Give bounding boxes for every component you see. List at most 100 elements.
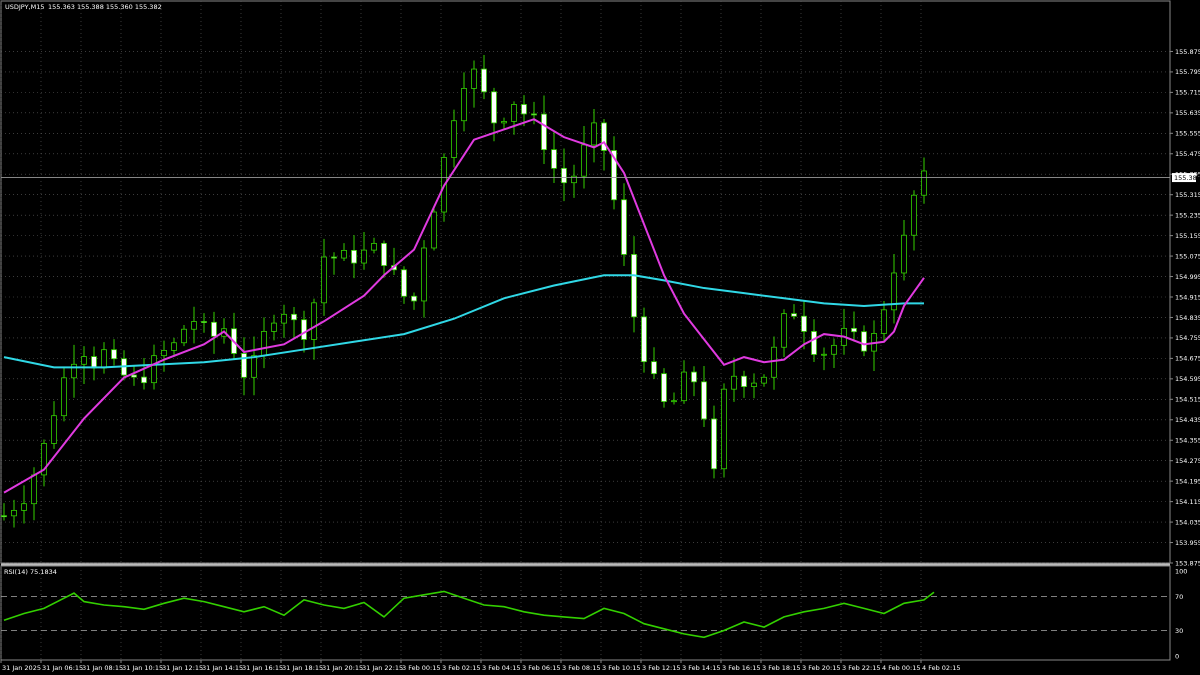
candle-body bbox=[91, 356, 97, 369]
candle-body bbox=[351, 249, 357, 264]
candle-body bbox=[341, 249, 347, 259]
candle-body bbox=[451, 120, 457, 158]
candle-body bbox=[851, 327, 857, 333]
candle-body bbox=[151, 355, 157, 384]
candle-body bbox=[321, 256, 327, 304]
candle-body bbox=[511, 104, 517, 122]
candle-body bbox=[561, 167, 567, 184]
price-tick-label: 154.355 bbox=[1175, 437, 1200, 445]
candle-body bbox=[651, 361, 657, 375]
price-tick-label: 155.075 bbox=[1175, 252, 1200, 260]
time-tick-label: 3 Feb 22:15 bbox=[842, 664, 881, 672]
time-tick-label: 31 Jan 08:15 bbox=[82, 664, 123, 672]
candle-body bbox=[721, 388, 727, 470]
candle-body bbox=[681, 371, 687, 402]
candle-body bbox=[461, 88, 467, 122]
time-tick-label: 31 Jan 18:15 bbox=[282, 664, 323, 672]
candle-body bbox=[901, 234, 907, 274]
candle-body bbox=[81, 356, 87, 365]
price-tick-label: 155.635 bbox=[1175, 109, 1200, 117]
candle-body bbox=[711, 418, 717, 470]
price-tick-label: 155.555 bbox=[1175, 130, 1200, 138]
candle-body bbox=[581, 144, 587, 177]
time-tick-label: 3 Feb 18:15 bbox=[762, 664, 801, 672]
candle-body bbox=[431, 211, 437, 249]
candle-body bbox=[411, 295, 417, 302]
trading-chart[interactable]: 155.875 155.795 155.715 155.635 155.555 155.4… bbox=[0, 0, 1200, 675]
symbol-label: USDJPY,M15 bbox=[5, 3, 45, 11]
candle-body bbox=[501, 121, 507, 124]
candle-body bbox=[421, 247, 427, 302]
time-tick-label: 31 Jan 14:15 bbox=[202, 664, 243, 672]
candle-body bbox=[471, 68, 477, 89]
time-tick-label: 3 Feb 08:15 bbox=[562, 664, 601, 672]
time-tick-label: 31 Jan 20:15 bbox=[322, 664, 363, 672]
candle-body bbox=[701, 381, 707, 420]
rsi-tick-label: 0 bbox=[1175, 652, 1179, 660]
candle-body bbox=[691, 371, 697, 383]
candle-body bbox=[791, 313, 797, 317]
candle-body bbox=[51, 415, 57, 444]
price-tick-label: 153.875 bbox=[1175, 559, 1200, 567]
candle-body bbox=[771, 346, 777, 378]
price-tick-label: 154.195 bbox=[1175, 477, 1200, 485]
candle-body bbox=[751, 382, 757, 388]
candle-body bbox=[271, 322, 277, 332]
price-tick-label: 154.275 bbox=[1175, 457, 1200, 465]
candle-body bbox=[821, 353, 827, 356]
candle-body bbox=[801, 315, 807, 332]
rsi-tick-label: 30 bbox=[1175, 627, 1183, 635]
candle-body bbox=[781, 313, 787, 348]
candle-body bbox=[621, 199, 627, 255]
time-tick-label: 3 Feb 00:15 bbox=[402, 664, 441, 672]
candle-body bbox=[591, 122, 597, 146]
time-tick-label: 3 Feb 06:15 bbox=[522, 664, 561, 672]
candle-body bbox=[371, 242, 377, 251]
candle-body bbox=[201, 321, 207, 323]
time-tick-label: 4 Feb 02:15 bbox=[922, 664, 961, 672]
candle-body bbox=[631, 254, 637, 318]
rsi-tick-label: 100 bbox=[1175, 567, 1187, 575]
price-tick-label: 155.235 bbox=[1175, 211, 1200, 219]
price-tag-text: 155.382 bbox=[1174, 174, 1200, 182]
rsi-tick-label: 70 bbox=[1175, 593, 1183, 601]
chart-background bbox=[0, 0, 1200, 675]
price-tick-label: 154.435 bbox=[1175, 416, 1200, 424]
time-tick-label: 3 Feb 14:15 bbox=[682, 664, 721, 672]
time-tick-label: 31 Jan 12:15 bbox=[162, 664, 203, 672]
candle-body bbox=[361, 249, 367, 264]
candle-body bbox=[741, 375, 747, 388]
candle-body bbox=[281, 313, 287, 324]
price-tick-label: 154.835 bbox=[1175, 314, 1200, 322]
price-tick-label: 154.915 bbox=[1175, 293, 1200, 301]
candle-body bbox=[531, 113, 537, 116]
time-tick-label: 3 Feb 16:15 bbox=[722, 664, 761, 672]
price-tick-label: 155.795 bbox=[1175, 68, 1200, 76]
candle-body bbox=[401, 269, 407, 297]
time-tick-label: 31 Jan 2025 bbox=[2, 664, 41, 672]
price-tick-label: 155.315 bbox=[1175, 191, 1200, 199]
time-tick-label: 3 Feb 04:15 bbox=[482, 664, 521, 672]
candle-body bbox=[671, 400, 677, 403]
candle-body bbox=[911, 194, 917, 236]
price-tick-label: 155.475 bbox=[1175, 150, 1200, 158]
time-tick-label: 3 Feb 10:15 bbox=[602, 664, 641, 672]
candle-body bbox=[491, 91, 497, 124]
candle-body bbox=[141, 376, 147, 384]
candle-body bbox=[861, 331, 867, 352]
candle-body bbox=[1, 515, 7, 518]
time-tick-label: 31 Jan 06:15 bbox=[42, 664, 83, 672]
candle-body bbox=[881, 309, 887, 334]
candle-body bbox=[291, 313, 297, 321]
candle-body bbox=[31, 474, 37, 505]
time-tick-label: 4 Feb 00:15 bbox=[882, 664, 921, 672]
candle-body bbox=[331, 256, 337, 259]
candle-body bbox=[921, 170, 927, 196]
candle-body bbox=[101, 349, 107, 369]
price-tick-label: 154.755 bbox=[1175, 334, 1200, 342]
candle-body bbox=[831, 344, 837, 355]
candle-body bbox=[251, 355, 257, 378]
price-tick-label: 154.595 bbox=[1175, 375, 1200, 383]
time-tick-label: 31 Jan 10:15 bbox=[122, 664, 163, 672]
price-tick-label: 154.995 bbox=[1175, 273, 1200, 281]
